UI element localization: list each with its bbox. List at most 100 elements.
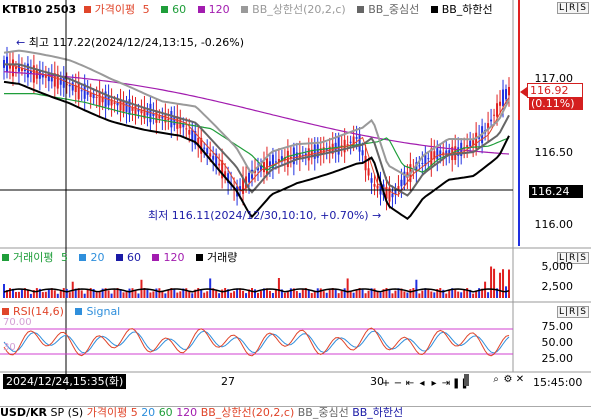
chart-tools: ⌕ ⚙ ✕ xyxy=(490,374,526,386)
scroll-right-icon[interactable]: ▸ xyxy=(428,378,440,390)
volume-bar xyxy=(176,292,179,298)
candle-body xyxy=(62,77,65,88)
volume-bar xyxy=(173,289,176,298)
volume-bar xyxy=(334,289,337,298)
candle-body xyxy=(376,185,379,189)
volume-bar xyxy=(44,291,47,298)
price-tick-116: 116.00 xyxy=(534,218,574,231)
bottom-ma-label: 가격이평 xyxy=(86,406,128,419)
candle-body xyxy=(23,69,26,72)
crosshair-time: 2024/12/24,15:35(화) xyxy=(6,375,124,388)
scroll-home-icon[interactable]: ⇤ xyxy=(404,378,416,390)
candle-body xyxy=(391,193,394,198)
volume-bar xyxy=(274,289,277,298)
crosshair-price: 116.24 xyxy=(531,185,570,198)
volume-bar xyxy=(427,288,430,298)
bottom-s: (S) xyxy=(67,406,84,419)
candle-body xyxy=(505,89,508,100)
volume-bar xyxy=(245,293,248,298)
vol-tick-2500: 2,500 xyxy=(541,280,574,293)
candle-body xyxy=(248,172,251,183)
search-icon[interactable]: ⌕ xyxy=(490,374,502,386)
volume-bar xyxy=(460,292,463,298)
price-tick-116-50: 116.50 xyxy=(534,146,574,159)
right-time: 15:45:00 xyxy=(533,376,583,389)
candle-body xyxy=(421,163,424,165)
volume-bar xyxy=(406,292,409,298)
close-icon[interactable]: ✕ xyxy=(514,374,526,386)
volume-bar xyxy=(415,279,418,298)
scrollbar-thumb[interactable] xyxy=(464,374,469,386)
candle-body xyxy=(499,101,502,106)
candle-body xyxy=(469,140,472,147)
volume-bar xyxy=(346,278,349,298)
volume-bar xyxy=(388,289,391,298)
ma60-swatch xyxy=(161,6,169,13)
volume-bar xyxy=(113,289,116,298)
volume-bar xyxy=(41,292,44,298)
volume-bar xyxy=(472,293,475,298)
volume-bar xyxy=(490,266,493,298)
volume-bar xyxy=(487,292,490,298)
candle-body xyxy=(364,155,367,171)
scroll-left-icon[interactable]: ◂ xyxy=(416,378,428,390)
volume-bar xyxy=(337,293,340,298)
candle-body xyxy=(493,114,496,116)
candle-body xyxy=(86,91,89,95)
ma60-line xyxy=(4,93,510,173)
rsi-pane-control-buttons[interactable]: L|R|S xyxy=(556,306,589,318)
current-change: (0.11%) xyxy=(531,97,575,110)
candle-body xyxy=(427,158,430,160)
zoom-in-icon[interactable]: + xyxy=(380,378,392,390)
volume-bar xyxy=(325,292,328,298)
bottom-ma120: 120 xyxy=(176,406,198,419)
high-annotation-text: 최고 117.22(2024/12/24,13:15, -0.26%) xyxy=(28,36,245,49)
bb-lower-line xyxy=(3,80,510,220)
candle-body xyxy=(418,165,421,167)
volume-bar xyxy=(271,292,274,298)
settings-icon[interactable]: ⚙ xyxy=(502,374,514,386)
candle-body xyxy=(203,147,206,149)
volume-bar xyxy=(343,288,346,298)
volume-bar xyxy=(283,292,286,298)
volume-bar xyxy=(62,288,65,298)
pause-icon[interactable]: ❚❚ xyxy=(452,378,469,390)
volume-bar xyxy=(379,292,382,298)
candle-body xyxy=(71,82,74,91)
pane-control-buttons[interactable]: L|R|S xyxy=(556,2,589,14)
volume-bar xyxy=(20,288,23,298)
volume-bar xyxy=(403,291,406,298)
volume-bar xyxy=(322,291,325,298)
volume-bar xyxy=(439,288,442,298)
volume-bar xyxy=(53,290,56,298)
volume-bar xyxy=(409,289,412,298)
volume-bar xyxy=(298,292,301,298)
signal-swatch xyxy=(75,308,83,315)
volume-bar xyxy=(29,293,32,298)
volume-bar xyxy=(430,291,433,298)
bb-lower-swatch xyxy=(430,6,438,13)
candle-body xyxy=(439,150,442,158)
volume-bar xyxy=(364,293,367,298)
candle-body xyxy=(475,132,478,149)
volume-bar xyxy=(56,293,59,298)
volume-bar xyxy=(134,290,137,298)
volume-bar xyxy=(218,293,221,298)
zoom-out-icon[interactable]: − xyxy=(392,378,404,390)
chart-toolbar: + − ⇤ ◂ ▸ ⇥ ❚❚ xyxy=(380,374,469,390)
volume-bar xyxy=(167,289,170,298)
volume-bar xyxy=(316,288,319,298)
bb-upper-label: BB_상한선(20,2,c) xyxy=(252,3,346,16)
candle-body xyxy=(349,141,352,143)
candle-body xyxy=(212,155,215,160)
candle-body xyxy=(44,75,47,78)
bb-upper-line xyxy=(3,49,510,178)
volume-bar xyxy=(295,291,298,298)
candle-body xyxy=(122,101,125,112)
volume-bar xyxy=(242,290,245,298)
volume-bar xyxy=(391,293,394,298)
candle-body xyxy=(68,84,71,87)
candle-body xyxy=(95,96,98,98)
ma-label: 가격이평 xyxy=(94,3,136,16)
scroll-end-icon[interactable]: ⇥ xyxy=(440,378,452,390)
